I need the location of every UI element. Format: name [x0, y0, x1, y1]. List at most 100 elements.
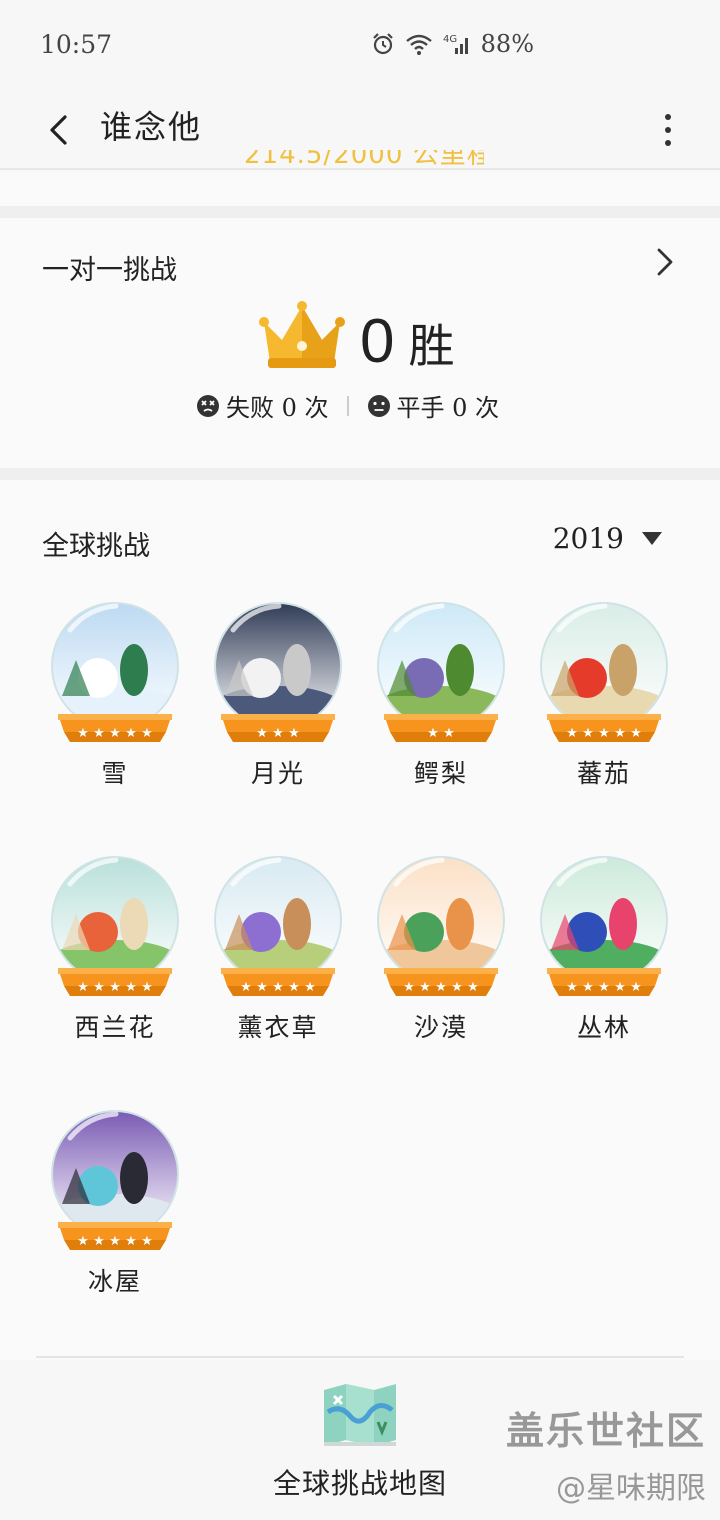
crown-icon — [259, 301, 345, 368]
globe-badge-icon: ★ ★ ★ ★ ★ — [51, 1110, 179, 1250]
neutral-face-icon — [367, 394, 390, 417]
watermark: 盖乐世社区 @星味期限 — [506, 1400, 706, 1507]
svg-text:★: ★ — [566, 980, 578, 995]
challenge-badge-tomato[interactable]: ★ ★ ★ ★ ★ 蕃茄 — [529, 600, 679, 810]
section-divider — [0, 468, 720, 480]
dropdown-triangle-icon — [642, 532, 662, 545]
svg-text:4G: 4G — [443, 34, 457, 45]
back-button[interactable] — [36, 100, 80, 160]
challenge-badge-lavender[interactable]: ★ ★ ★ ★ ★ 薰衣草 — [203, 854, 353, 1064]
svg-text:★: ★ — [77, 726, 89, 741]
challenge-badge-igloo[interactable]: ★ ★ ★ ★ ★ 冰屋 — [40, 1108, 190, 1318]
section-divider — [0, 206, 720, 218]
challenge-badge-jungle[interactable]: ★ ★ ★ ★ ★ 丛林 — [529, 854, 679, 1064]
svg-text:★: ★ — [403, 980, 415, 995]
globe-badge-icon: ★ ★ ★ ★ ★ — [540, 602, 668, 742]
wins-unit: 胜 — [408, 319, 455, 373]
watermark-title: 盖乐世社区 — [505, 1409, 706, 1453]
svg-text:★: ★ — [93, 726, 105, 741]
chevron-right-icon — [657, 248, 673, 276]
bottom-divider — [36, 1356, 684, 1358]
duel-title: 一对一挑战 — [42, 255, 177, 286]
badge-label: 西兰花 — [74, 1013, 156, 1042]
svg-text:★: ★ — [427, 726, 439, 741]
svg-text:★: ★ — [141, 726, 153, 741]
globe-badge-icon: ★ ★ ★ — [214, 602, 342, 742]
duel-more-button[interactable] — [650, 244, 680, 280]
challenge-badge-broccoli[interactable]: ★ ★ ★ ★ ★ 西兰花 — [40, 854, 190, 1064]
watermark-handle: @星味期限 — [556, 1471, 706, 1506]
svg-text:★: ★ — [272, 726, 284, 741]
duel-challenge-card[interactable]: 一对一挑战 0 胜 失败 0 次 平手 0 次 — [0, 218, 720, 468]
challenge-badge-avocado[interactable]: ★ ★ 鳄梨 — [366, 600, 516, 810]
global-map-button[interactable]: 全球挑战地图 — [250, 1378, 470, 1508]
chevron-left-icon — [50, 115, 67, 145]
badge-label: 丛林 — [576, 1013, 631, 1042]
losses-item: 失败 0 次 — [196, 388, 329, 423]
globe-badge-icon: ★ ★ ★ ★ ★ — [540, 856, 668, 996]
wins-count: 0 — [360, 307, 395, 376]
record-separator — [346, 395, 349, 416]
svg-text:★: ★ — [630, 726, 642, 741]
status-time: 10:57 — [40, 30, 113, 59]
svg-text:★: ★ — [109, 980, 121, 995]
svg-text:★: ★ — [125, 980, 137, 995]
wins-summary: 0 胜 — [360, 306, 454, 377]
svg-text:★: ★ — [630, 980, 642, 995]
global-title: 全球挑战 — [42, 531, 150, 562]
svg-text:★: ★ — [419, 980, 431, 995]
badge-label: 雪 — [101, 759, 129, 788]
badge-label: 沙漠 — [413, 1013, 468, 1042]
svg-text:★: ★ — [451, 980, 463, 995]
svg-text:★: ★ — [77, 980, 89, 995]
year-dropdown[interactable]: 2019 — [553, 522, 662, 555]
svg-text:★: ★ — [109, 726, 121, 741]
app-bar-divider — [0, 168, 720, 170]
challenge-badge-moonlight[interactable]: ★ ★ ★ 月光 — [203, 600, 353, 810]
status-icons: 4G 88% — [371, 30, 534, 58]
wifi-icon — [405, 34, 432, 55]
svg-text:★: ★ — [240, 980, 252, 995]
globe-badge-icon: ★ ★ — [377, 602, 505, 742]
year-value: 2019 — [552, 522, 624, 555]
challenge-badge-desert[interactable]: ★ ★ ★ ★ ★ 沙漠 — [366, 854, 516, 1064]
svg-text:★: ★ — [614, 980, 626, 995]
more-dot-icon — [665, 140, 671, 146]
more-dot-icon — [665, 127, 671, 133]
svg-text:★: ★ — [435, 980, 447, 995]
svg-text:★: ★ — [582, 980, 594, 995]
svg-text:★: ★ — [288, 726, 300, 741]
map-icon — [324, 1384, 396, 1446]
draws-label: 平手 0 次 — [396, 394, 500, 422]
alarm-icon — [372, 33, 393, 55]
badge-label: 月光 — [250, 759, 305, 788]
more-options-button[interactable] — [656, 104, 680, 156]
badge-label: 薰衣草 — [237, 1013, 319, 1042]
scrolled-area — [0, 172, 720, 206]
svg-text:★: ★ — [566, 726, 578, 741]
svg-text:★: ★ — [582, 726, 594, 741]
svg-text:★: ★ — [125, 1234, 137, 1249]
svg-text:★: ★ — [141, 1234, 153, 1249]
globe-badge-icon: ★ ★ ★ ★ ★ — [214, 856, 342, 996]
svg-text:★: ★ — [256, 726, 268, 741]
badge-label: 鳄梨 — [413, 759, 468, 788]
battery-level: 88% — [480, 30, 534, 58]
challenge-badge-snow[interactable]: ★ ★ ★ ★ ★ 雪 — [40, 600, 190, 810]
svg-text:★: ★ — [288, 980, 300, 995]
globe-badge-icon: ★ ★ ★ ★ ★ — [377, 856, 505, 996]
svg-text:★: ★ — [256, 980, 268, 995]
badge-label: 冰屋 — [87, 1267, 142, 1296]
global-challenge-card: 全球挑战 2019 ★ ★ ★ ★ ★ 雪 ★ ★ ★ 月光 ★ ★ 鳄梨 ★ … — [0, 480, 720, 1360]
svg-text:★: ★ — [93, 980, 105, 995]
globe-badge-icon: ★ ★ ★ ★ ★ — [51, 602, 179, 742]
duel-record: 失败 0 次 平手 0 次 — [196, 388, 499, 423]
svg-text:★: ★ — [77, 1234, 89, 1249]
svg-text:★: ★ — [272, 980, 284, 995]
svg-text:★: ★ — [598, 726, 610, 741]
svg-text:★: ★ — [443, 726, 455, 741]
global-map-label: 全球挑战地图 — [272, 1467, 447, 1500]
svg-text:★: ★ — [109, 1234, 121, 1249]
losses-label: 失败 0 次 — [226, 394, 329, 422]
svg-text:★: ★ — [598, 980, 610, 995]
